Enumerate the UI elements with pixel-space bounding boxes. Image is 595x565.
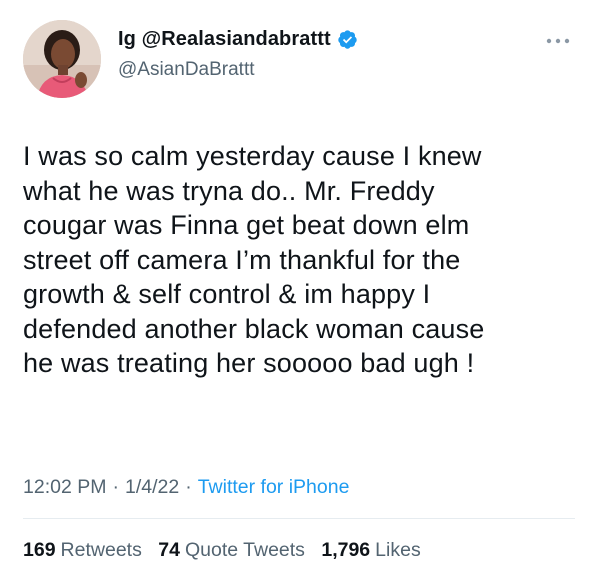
retweets-label: Retweets [60, 539, 142, 561]
tweet-time[interactable]: 12:02 PM [23, 476, 106, 498]
meta-separator: · [112, 476, 119, 498]
tweet-source-link[interactable]: Twitter for iPhone [198, 476, 350, 498]
divider [23, 518, 575, 519]
display-name[interactable]: Ig @Realasiandabrattt [118, 28, 331, 51]
quote-tweets-count: 74 [158, 539, 180, 561]
author-handle[interactable]: @AsianDaBrattt [118, 59, 255, 81]
meta-separator: · [185, 476, 192, 498]
more-options-icon[interactable] [545, 36, 571, 46]
retweets-stat[interactable]: 169 Retweets [23, 539, 142, 561]
avatar[interactable] [23, 20, 101, 98]
likes-label: Likes [375, 539, 421, 561]
quote-tweets-label: Quote Tweets [184, 539, 305, 561]
quote-tweets-stat[interactable]: 74 Quote Tweets [158, 539, 305, 561]
likes-stat[interactable]: 1,796 Likes [321, 539, 420, 561]
likes-count: 1,796 [321, 539, 371, 561]
author-name-row[interactable]: Ig @Realasiandabrattt [118, 28, 358, 51]
tweet-text: I was so calm yesterday cause I knew wha… [23, 141, 485, 378]
profile-photo-icon [23, 20, 101, 98]
tweet-stats: 169 Retweets 74 Quote Tweets 1,796 Likes [23, 539, 432, 562]
tweet-card: Ig @Realasiandabrattt @AsianDaBrattt I w… [0, 0, 595, 565]
verified-badge-icon [338, 30, 357, 49]
tweet-meta: 12:02 PM · 1/4/22 · Twitter for iPhone [23, 476, 349, 499]
tweet-date[interactable]: 1/4/22 [125, 476, 179, 498]
retweets-count: 169 [23, 539, 56, 561]
